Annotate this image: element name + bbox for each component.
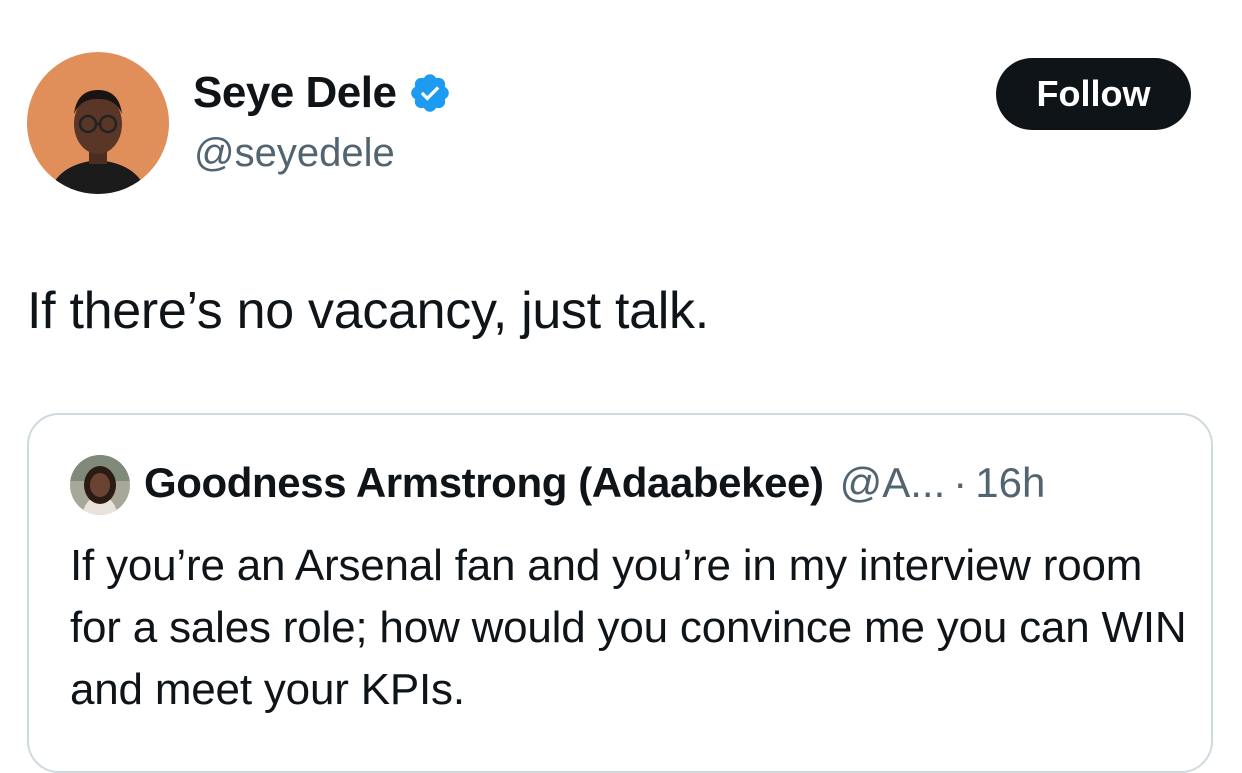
quoted-timestamp[interactable]: 16h	[975, 459, 1045, 507]
follow-button[interactable]: Follow	[996, 58, 1191, 130]
quoted-author-avatar[interactable]	[70, 455, 130, 515]
quoted-header: Goodness Armstrong (Adaabekee) @A... · 1…	[144, 459, 1045, 507]
separator-dot: ·	[953, 459, 968, 506]
author-handle[interactable]: @seyedele	[194, 131, 395, 176]
verified-badge-icon	[408, 71, 452, 115]
author-name[interactable]: Seye Dele	[193, 68, 452, 118]
quoted-tweet-text: If you’re an Arsenal fan and you’re in m…	[70, 541, 1187, 714]
quoted-author-name[interactable]: Goodness Armstrong (Adaabekee)	[144, 459, 824, 507]
author-name-text[interactable]: Seye Dele	[193, 68, 397, 118]
author-avatar[interactable]	[27, 52, 169, 194]
tweet-text: If there’s no vacancy, just talk.	[27, 282, 709, 340]
quoted-author-handle[interactable]: @A...	[840, 459, 946, 507]
quoted-tweet-card[interactable]: Goodness Armstrong (Adaabekee) @A... · 1…	[27, 413, 1213, 773]
